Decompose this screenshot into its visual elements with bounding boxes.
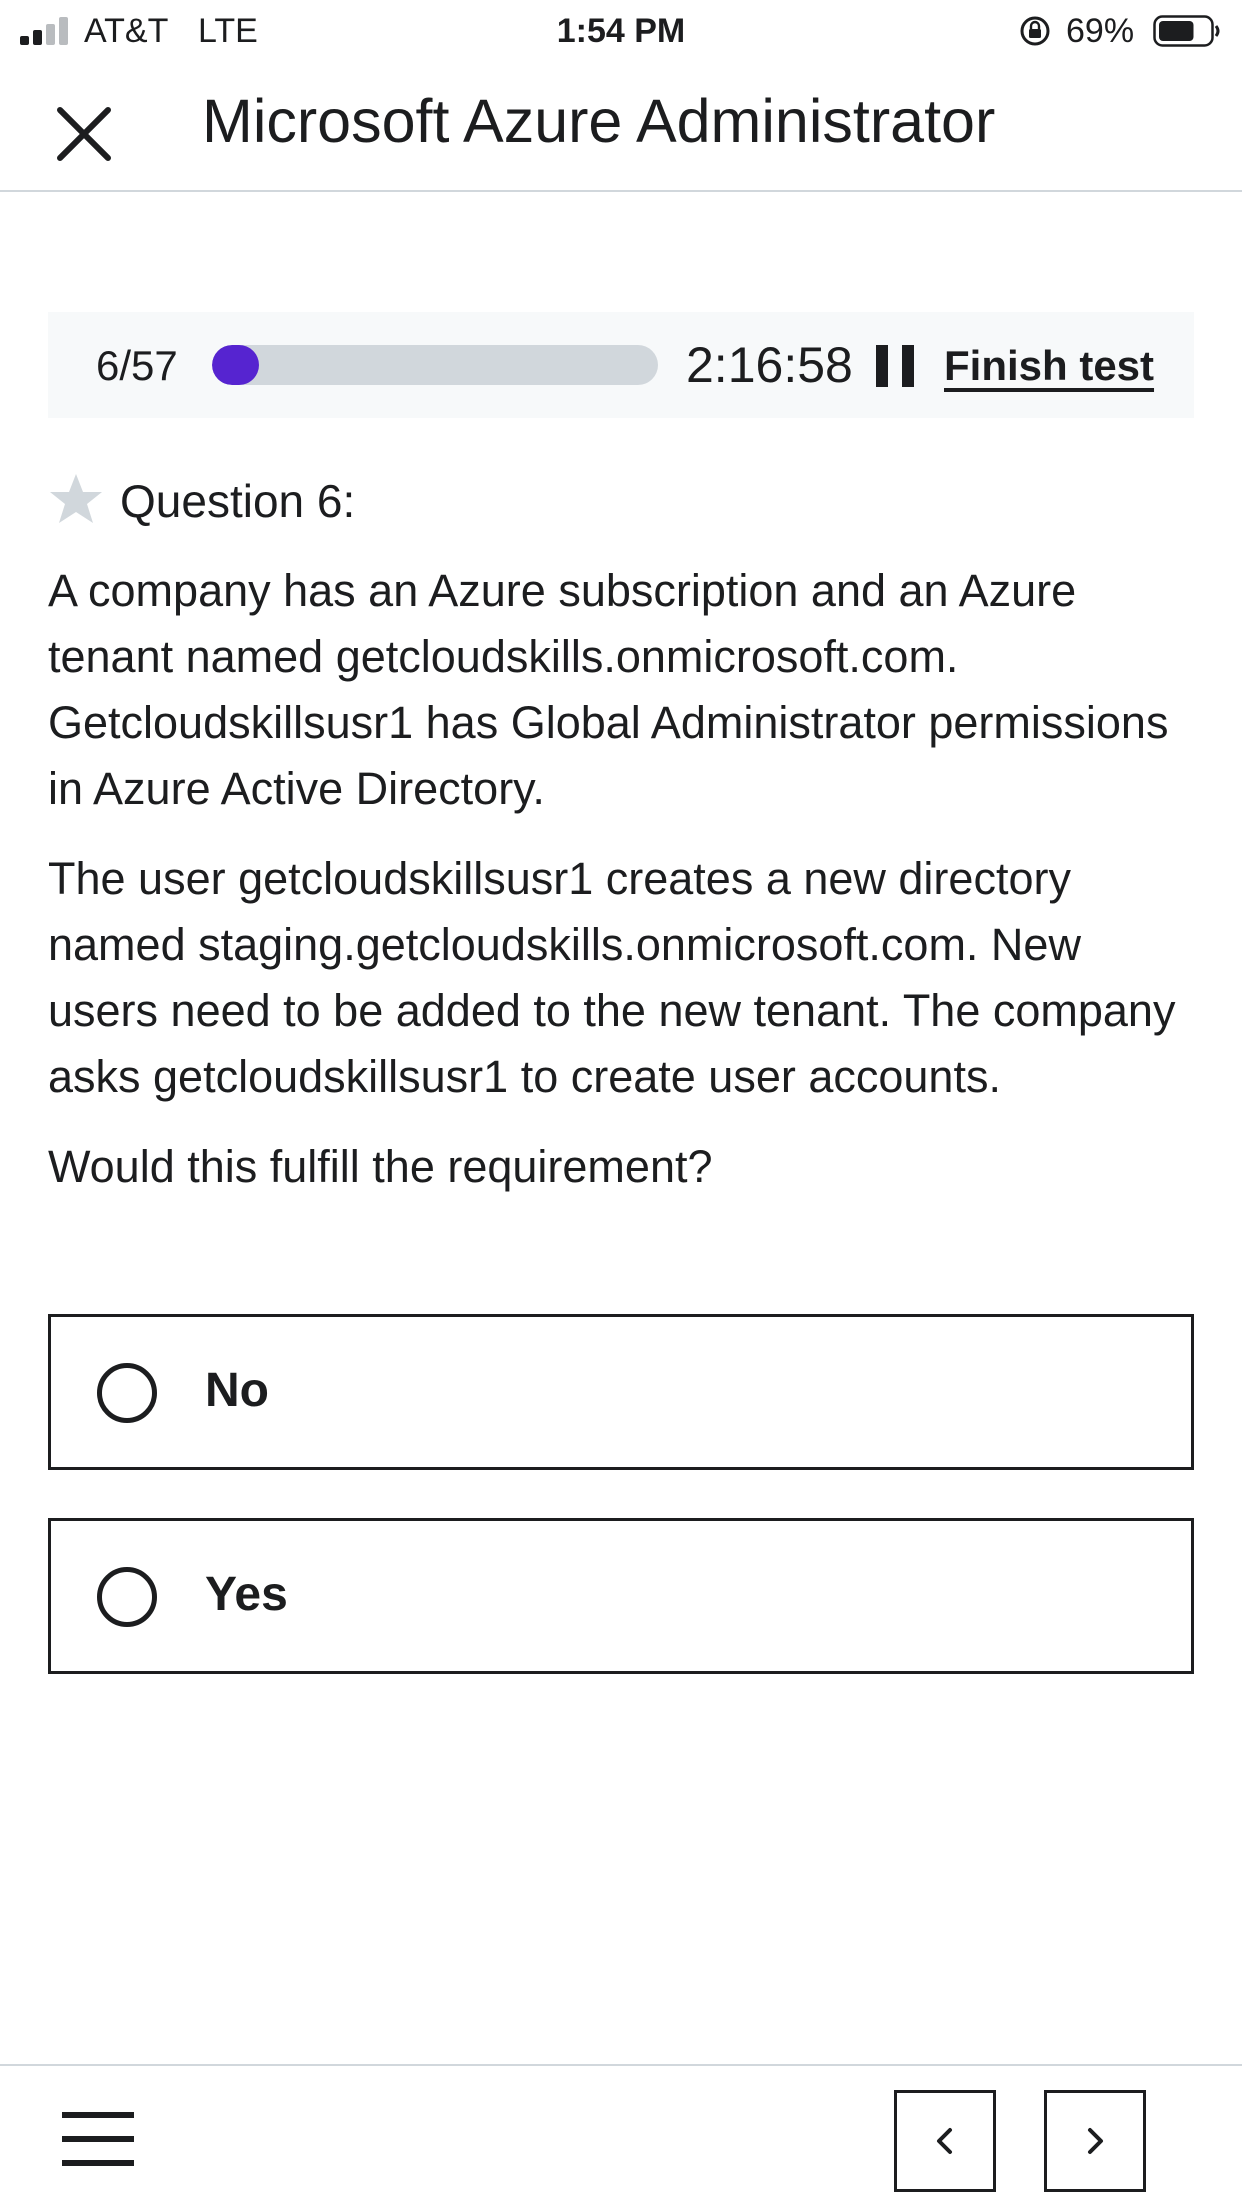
page-title: Microsoft Azure Administrator bbox=[202, 87, 996, 155]
close-icon bbox=[57, 107, 111, 161]
finish-test-link[interactable]: Finish test bbox=[944, 342, 1154, 390]
question-counter: 6/57 bbox=[96, 342, 178, 389]
question-prompt: Would this fulfill the requirement? bbox=[48, 1141, 713, 1192]
pause-button[interactable] bbox=[876, 345, 918, 387]
app-header: Microsoft Azure Administrator bbox=[0, 62, 1242, 192]
answer-option-label: Yes bbox=[205, 1568, 288, 1621]
menu-button[interactable] bbox=[58, 2112, 138, 2172]
answer-option-no[interactable]: No bbox=[48, 1314, 1194, 1470]
orientation-lock-icon bbox=[1020, 16, 1050, 46]
status-time: 1:54 PM bbox=[556, 12, 686, 50]
next-question-button[interactable] bbox=[1044, 2090, 1146, 2192]
star-icon[interactable] bbox=[48, 472, 104, 526]
radio-button[interactable] bbox=[97, 1363, 157, 1423]
quiz-screen: AT&T LTE 1:54 PM 69% Microsoft Azure Adm… bbox=[0, 0, 1242, 2208]
progress-panel: 6/57 2:16:58 Finish test bbox=[48, 312, 1194, 418]
previous-question-button[interactable] bbox=[894, 2090, 996, 2192]
menu-icon bbox=[62, 2112, 134, 2118]
radio-button[interactable] bbox=[97, 1567, 157, 1627]
question-paragraph: The user getcloudskillsusr1 creates a ne… bbox=[48, 853, 1176, 1102]
progress-bar-fill bbox=[212, 345, 259, 385]
battery-icon bbox=[1153, 15, 1220, 47]
battery-percent: 69% bbox=[1066, 12, 1135, 50]
answer-option-yes[interactable]: Yes bbox=[48, 1518, 1194, 1674]
pause-icon bbox=[876, 345, 888, 387]
status-bar: AT&T LTE 1:54 PM 69% bbox=[0, 0, 1242, 62]
close-button[interactable] bbox=[44, 94, 124, 174]
question-paragraph: A company has an Azure subscription and … bbox=[48, 565, 1169, 814]
question-text: A company has an Azure subscription and … bbox=[48, 558, 1198, 1224]
chevron-right-icon bbox=[1088, 2128, 1103, 2154]
countdown-timer: 2:16:58 bbox=[686, 337, 853, 393]
progress-bar bbox=[212, 345, 658, 385]
question-label: Question 6: bbox=[120, 475, 356, 527]
answer-option-label: No bbox=[205, 1364, 269, 1417]
chevron-left-icon bbox=[937, 2128, 952, 2154]
bottom-nav-bar bbox=[0, 2064, 1242, 2208]
